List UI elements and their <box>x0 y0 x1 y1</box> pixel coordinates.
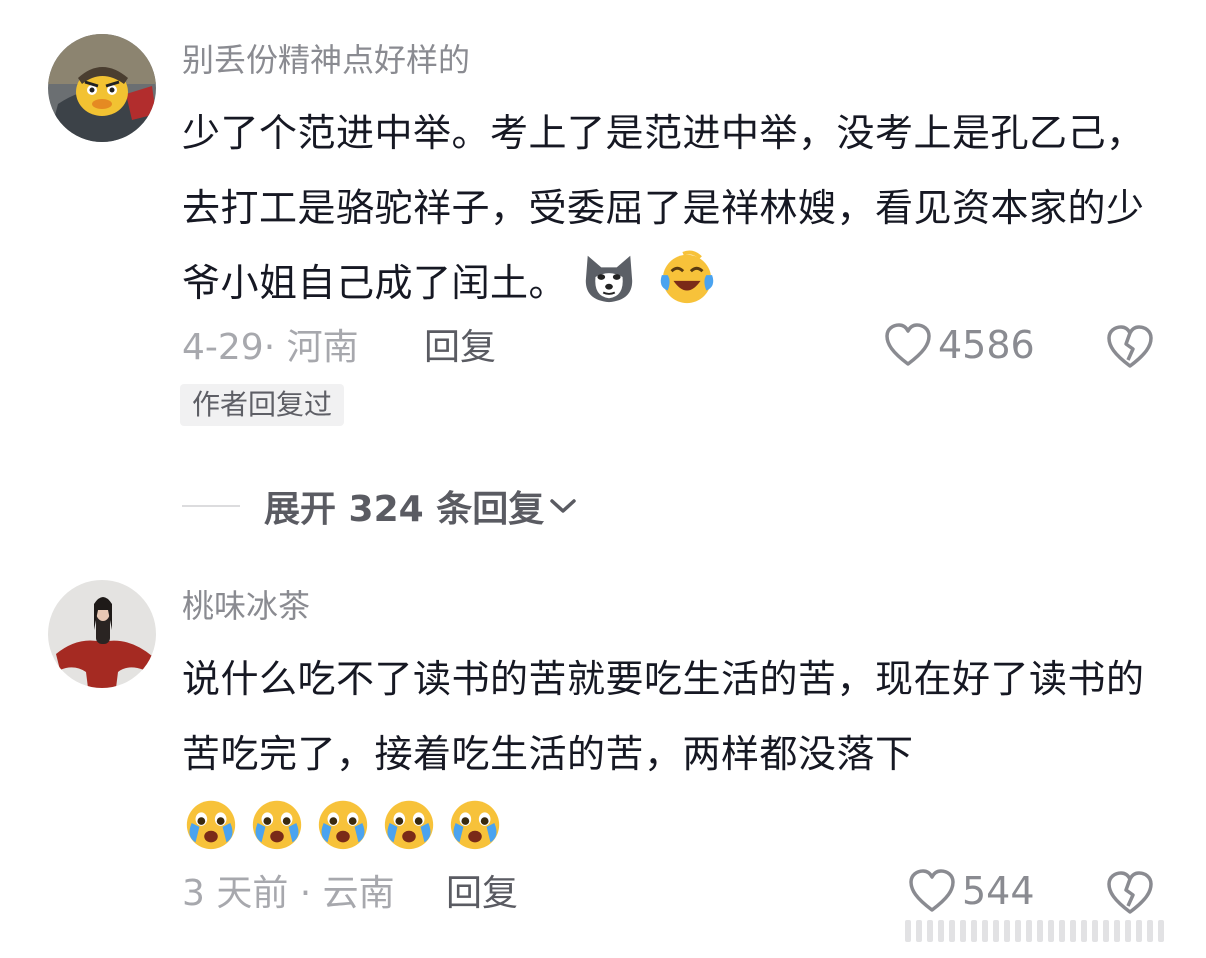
heart-icon <box>909 869 955 912</box>
avatar[interactable] <box>48 580 156 688</box>
divider-line <box>182 505 240 507</box>
comment-meta: 4-29· 河南 <box>182 327 359 368</box>
crying-face-emoji <box>384 800 434 850</box>
author-replied-tag: 作者回复过 <box>180 384 345 426</box>
comment-body: 说什么吃不了读书的苦就要吃生活的苦，现在好了读书的苦吃完了，接着吃生活的苦，两样… <box>182 657 1145 776</box>
watermark <box>905 918 1195 944</box>
broken-heart-icon <box>1107 325 1153 368</box>
crying-face-emoji <box>450 800 500 850</box>
comment-text: 说什么吃不了读书的苦就要吃生活的苦，现在好了读书的苦吃完了，接着吃生活的苦，两样… <box>182 642 1157 867</box>
expand-replies-label: 展开 324 条回复 <box>264 489 545 530</box>
like-count: 544 <box>962 869 1035 913</box>
husky-dog-emoji <box>585 255 632 303</box>
laughing-tears-emoji <box>660 250 714 304</box>
crying-face-emoji <box>186 800 236 850</box>
chevron-down-icon <box>550 499 576 513</box>
crying-face-emoji <box>318 800 368 850</box>
username[interactable]: 桃味冰茶 <box>182 586 310 626</box>
like-button[interactable]: 544 <box>908 868 1035 914</box>
expand-replies-button[interactable]: 展开 324 条回复 <box>182 480 578 532</box>
comment-item: 桃味冰茶 说什么吃不了读书的苦就要吃生活的苦，现在好了读书的苦吃完了，接着吃生活… <box>0 560 1206 958</box>
broken-heart-icon <box>1107 871 1153 914</box>
avatar[interactable] <box>48 34 156 142</box>
comment-item: 别丢份精神点好样的 少了个范进中举。考上了是范进中举，没考上是孔乙己，去打工是骆… <box>0 0 1206 540</box>
reply-button[interactable]: 回复 <box>424 326 496 370</box>
like-count: 4586 <box>938 323 1035 367</box>
like-button[interactable]: 4586 <box>884 322 1035 368</box>
username[interactable]: 别丢份精神点好样的 <box>182 40 470 80</box>
heart-icon <box>885 323 931 366</box>
crying-face-emoji <box>252 800 302 850</box>
reply-button[interactable]: 回复 <box>446 872 518 916</box>
comment-text: 少了个范进中举。考上了是范进中举，没考上是孔乙己，去打工是骆驼祥子，受委屈了是祥… <box>182 96 1157 321</box>
emoji-row <box>182 800 512 851</box>
dislike-button[interactable] <box>1106 870 1154 920</box>
comment-meta: 3 天前 · 云南 <box>182 873 395 914</box>
dislike-button[interactable] <box>1106 324 1154 374</box>
